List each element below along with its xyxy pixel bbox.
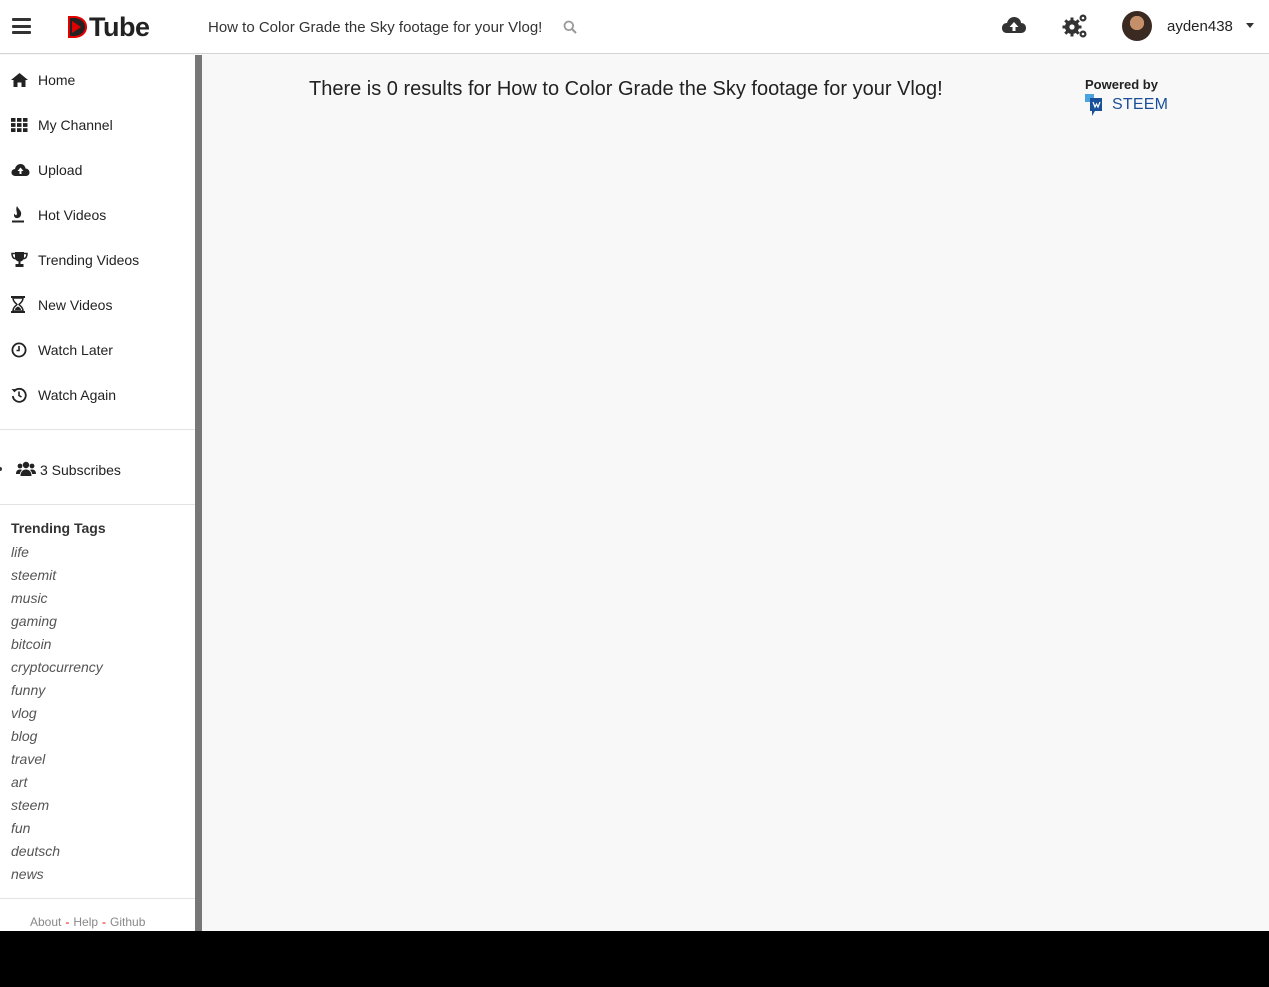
sidebar-divider [0, 429, 195, 430]
tag-link[interactable]: funny [11, 682, 45, 698]
search-bar [200, 13, 590, 41]
tag-link[interactable]: fun [11, 820, 30, 836]
sidebar-item-home[interactable]: Home [0, 57, 195, 102]
settings-gears-icon[interactable] [1061, 12, 1089, 40]
steem-text: STEEM [1112, 96, 1169, 113]
sidebar-item-label: My Channel [38, 116, 113, 133]
tag-link[interactable]: bitcoin [11, 636, 51, 652]
tag-link[interactable]: life [11, 544, 29, 560]
trophy-icon [0, 252, 38, 267]
user-avatar[interactable] [1122, 11, 1152, 41]
search-input[interactable] [200, 13, 550, 41]
tag-link[interactable]: cryptocurrency [11, 659, 103, 675]
app-window: Tube How to Color Grade the Sky footage … [0, 0, 1269, 931]
upload-cloud-icon[interactable] [1000, 12, 1028, 40]
subscriptions-count: 3 Subscribes [40, 462, 121, 478]
clock-icon [0, 342, 38, 358]
github-link[interactable]: Github [110, 915, 145, 929]
sidebar-item-upload[interactable]: Upload [0, 147, 195, 192]
about-link[interactable]: About [30, 915, 61, 929]
sidebar: Home My Channel Upload Hot Videos Trendi… [0, 55, 195, 931]
hamburger-menu-icon[interactable] [12, 18, 31, 34]
logo-text: Tube [89, 11, 150, 42]
sidebar-item-watch-again[interactable]: Watch Again [0, 372, 195, 417]
help-link[interactable]: Help [73, 915, 98, 929]
trending-tags-title: Trending Tags [11, 520, 106, 536]
tag-link[interactable]: news [11, 866, 44, 882]
tag-link[interactable]: vlog [11, 705, 37, 721]
search-results-message: There is 0 results for How to Color Grad… [309, 78, 943, 100]
search-icon[interactable] [563, 20, 577, 34]
fire-icon [0, 206, 38, 223]
sidebar-footer-links: About - Help - Github [30, 915, 145, 929]
bullet-dot [0, 467, 2, 471]
tag-link[interactable]: art [11, 774, 27, 790]
subscriptions-item[interactable]: 3 Subscribes [0, 455, 195, 485]
powered-by-steem[interactable]: Powered by STEEM [1084, 77, 1168, 117]
history-icon [0, 387, 38, 403]
tag-link[interactable]: blog [11, 728, 37, 744]
sidebar-item-label: New Videos [38, 296, 113, 313]
chevron-down-icon[interactable] [1246, 23, 1254, 28]
home-icon [0, 72, 38, 87]
powered-by-label: Powered by [1085, 77, 1158, 92]
sidebar-divider [0, 504, 195, 505]
steem-logo-icon [1085, 94, 1102, 116]
users-icon [16, 461, 36, 482]
sidebar-item-my-channel[interactable]: My Channel [0, 102, 195, 147]
sidebar-divider [0, 898, 195, 899]
sidebar-item-watch-later[interactable]: Watch Later [0, 327, 195, 372]
sidebar-item-new-videos[interactable]: New Videos [0, 282, 195, 327]
tag-link[interactable]: gaming [11, 613, 57, 629]
sidebar-item-label: Hot Videos [38, 206, 107, 223]
sidebar-resize-edge [195, 55, 202, 931]
sidebar-item-label: Trending Videos [38, 251, 140, 268]
tag-link[interactable]: travel [11, 751, 45, 767]
tag-link[interactable]: music [11, 590, 48, 606]
username-label[interactable]: ayden438 [1167, 18, 1233, 35]
sidebar-item-label: Watch Again [38, 386, 117, 403]
top-navigation-bar: Tube How to Color Grade the Sky footage … [0, 0, 1269, 54]
tag-link[interactable]: steemit [11, 567, 56, 583]
cloud-upload-icon [0, 163, 38, 177]
hourglass-icon [0, 296, 38, 313]
sidebar-item-label: Watch Later [38, 341, 113, 358]
dtube-logo-icon [68, 16, 87, 38]
steem-logo: STEEM [1084, 93, 1168, 117]
sidebar-item-hot-videos[interactable]: Hot Videos [0, 192, 195, 237]
sidebar-item-trending-videos[interactable]: Trending Videos [0, 237, 195, 282]
sidebar-item-label: Home [38, 71, 76, 88]
tag-link[interactable]: deutsch [11, 843, 60, 859]
tag-link[interactable]: steem [11, 797, 49, 813]
footer-separator: - [65, 915, 70, 929]
footer-separator: - [102, 915, 107, 929]
grid-icon [0, 117, 38, 132]
sidebar-item-label: Upload [38, 161, 83, 178]
dtube-logo[interactable]: Tube [66, 12, 150, 42]
